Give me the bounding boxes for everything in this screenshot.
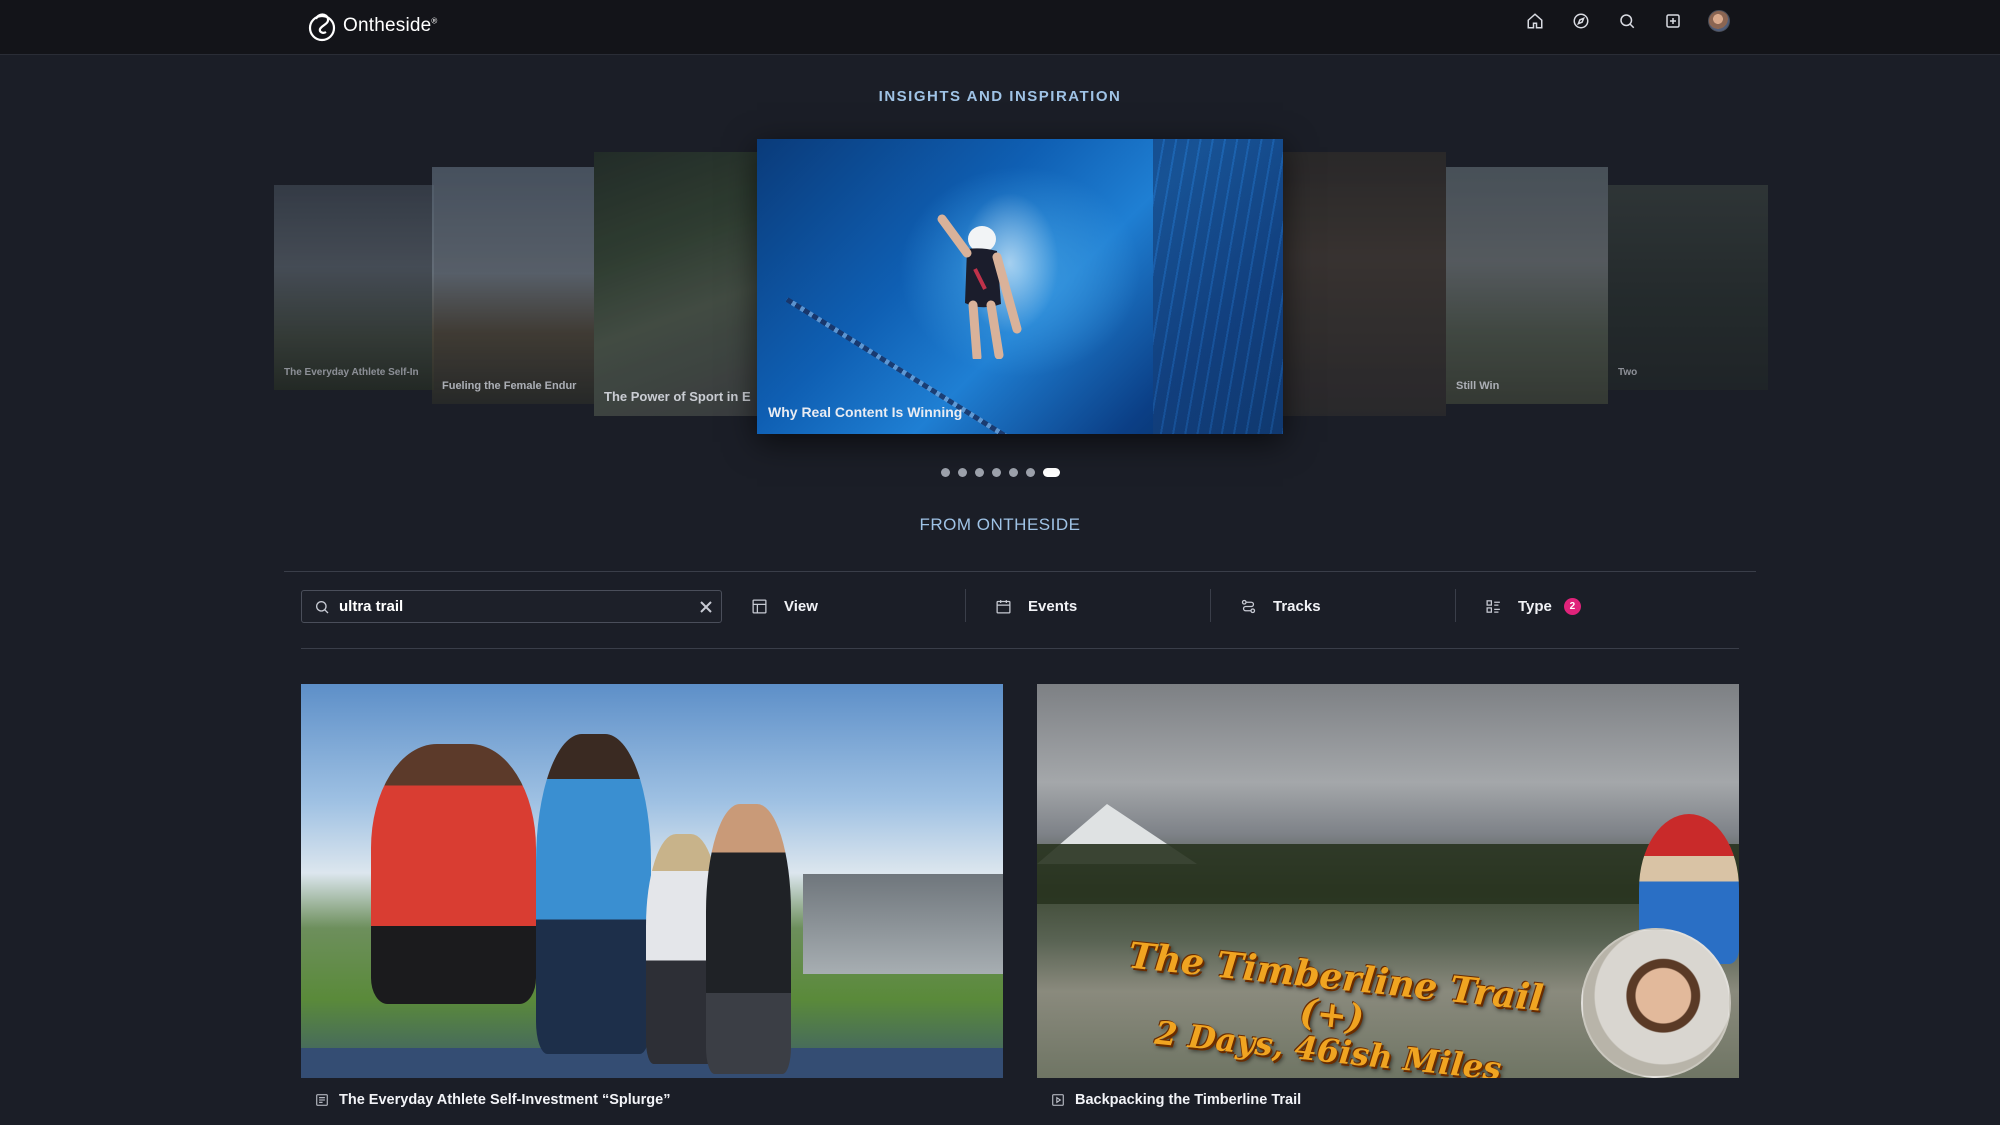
card-title: Backpacking the Timberline Trail (1075, 1092, 1302, 1108)
avatar-button[interactable] (1704, 9, 1734, 33)
tracks-filter[interactable]: Tracks (1240, 590, 1321, 623)
carousel-dot[interactable] (991, 468, 1001, 477)
slide-caption: Why Real Content Is Winning (768, 404, 963, 420)
events-filter[interactable]: Events (995, 590, 1077, 623)
carousel-pagination (0, 468, 2000, 477)
home-icon[interactable] (1520, 9, 1550, 33)
avatar (1708, 10, 1730, 32)
slide-caption: Fueling the Female Endur (442, 380, 577, 392)
carousel-slide[interactable] (1283, 152, 1446, 416)
content-card[interactable]: The Everyday Athlete Self-Investment “Sp… (301, 684, 1003, 1108)
carousel-slide[interactable]: The Power of Sport in E (594, 152, 757, 416)
brand-logo[interactable]: Ontheside® (305, 6, 438, 46)
tracks-filter-label: Tracks (1273, 598, 1321, 615)
layout-icon (752, 599, 767, 614)
carousel-slide[interactable]: Still Win (1446, 167, 1608, 404)
route-icon (1241, 599, 1256, 614)
swimmer-illustration (937, 214, 1022, 359)
article-icon (316, 1094, 328, 1106)
type-count-badge: 2 (1563, 598, 1581, 615)
close-icon (700, 600, 712, 613)
logo-mark-icon (308, 13, 336, 42)
slide-caption: Two (1618, 367, 1638, 378)
filter-separator (1455, 589, 1456, 622)
card-thumbnail: The Timberline Trail (+) 2 Days, 46ish M… (1037, 684, 1739, 1078)
search-icon (316, 600, 329, 613)
carousel-dot-active[interactable] (1042, 468, 1060, 477)
slide-caption: The Power of Sport in E (604, 389, 751, 404)
brand-name: Ontheside® (343, 15, 438, 36)
divider (284, 571, 1756, 572)
view-filter-label: View (784, 598, 818, 615)
card-thumbnail (301, 684, 1003, 1078)
top-nav-bar: Ontheside® (0, 0, 2000, 55)
insights-heading: INSIGHTS AND INSPIRATION (878, 88, 1122, 105)
from-heading: FROM ONTHESIDE (919, 515, 1081, 534)
slide-caption: Still Win (1456, 380, 1500, 392)
calendar-icon (996, 600, 1011, 614)
events-filter-label: Events (1028, 598, 1078, 615)
carousel-slide-active[interactable]: Why Real Content Is Winning (757, 139, 1283, 434)
card-title: The Everyday Athlete Self-Investment “Sp… (339, 1092, 671, 1108)
compass-icon[interactable] (1566, 9, 1596, 33)
carousel-dot[interactable] (1025, 468, 1035, 477)
carousel-dot[interactable] (1008, 468, 1018, 477)
search-input[interactable] (339, 598, 691, 615)
list-icon (1486, 600, 1500, 613)
video-play-icon (1052, 1094, 1064, 1106)
slide-caption: The Everyday Athlete Self-In (284, 367, 419, 378)
view-filter[interactable]: View (751, 590, 818, 623)
carousel-slide[interactable]: Fueling the Female Endur (432, 167, 594, 404)
carousel-dot[interactable] (957, 468, 967, 477)
video-overlay-title: The Timberline Trail (+) 2 Days, 46ish M… (1126, 934, 1546, 1078)
type-filter[interactable]: Type 2 (1485, 590, 1581, 623)
carousel-dot[interactable] (974, 468, 984, 477)
carousel-dot[interactable] (940, 468, 950, 477)
carousel-slide[interactable]: Two (1608, 185, 1768, 390)
content-card[interactable]: The Timberline Trail (+) 2 Days, 46ish M… (1037, 684, 1739, 1108)
filter-separator (965, 589, 966, 622)
insights-carousel: The Everyday Athlete Self-In Fueling the… (0, 130, 2000, 450)
search-icon[interactable] (1612, 9, 1642, 33)
card-title-row: Backpacking the Timberline Trail (1051, 1092, 1739, 1108)
search-field (301, 590, 722, 623)
nav-icon-group (1520, 9, 1734, 33)
add-icon[interactable] (1658, 9, 1688, 33)
card-title-row: The Everyday Athlete Self-Investment “Sp… (315, 1092, 1003, 1108)
divider (301, 648, 1739, 649)
type-filter-label: Type (1518, 598, 1552, 615)
clear-search-button[interactable] (691, 592, 721, 622)
carousel-slide[interactable]: The Everyday Athlete Self-In (274, 185, 434, 390)
facecam-overlay (1581, 928, 1731, 1078)
filter-separator (1210, 589, 1211, 622)
